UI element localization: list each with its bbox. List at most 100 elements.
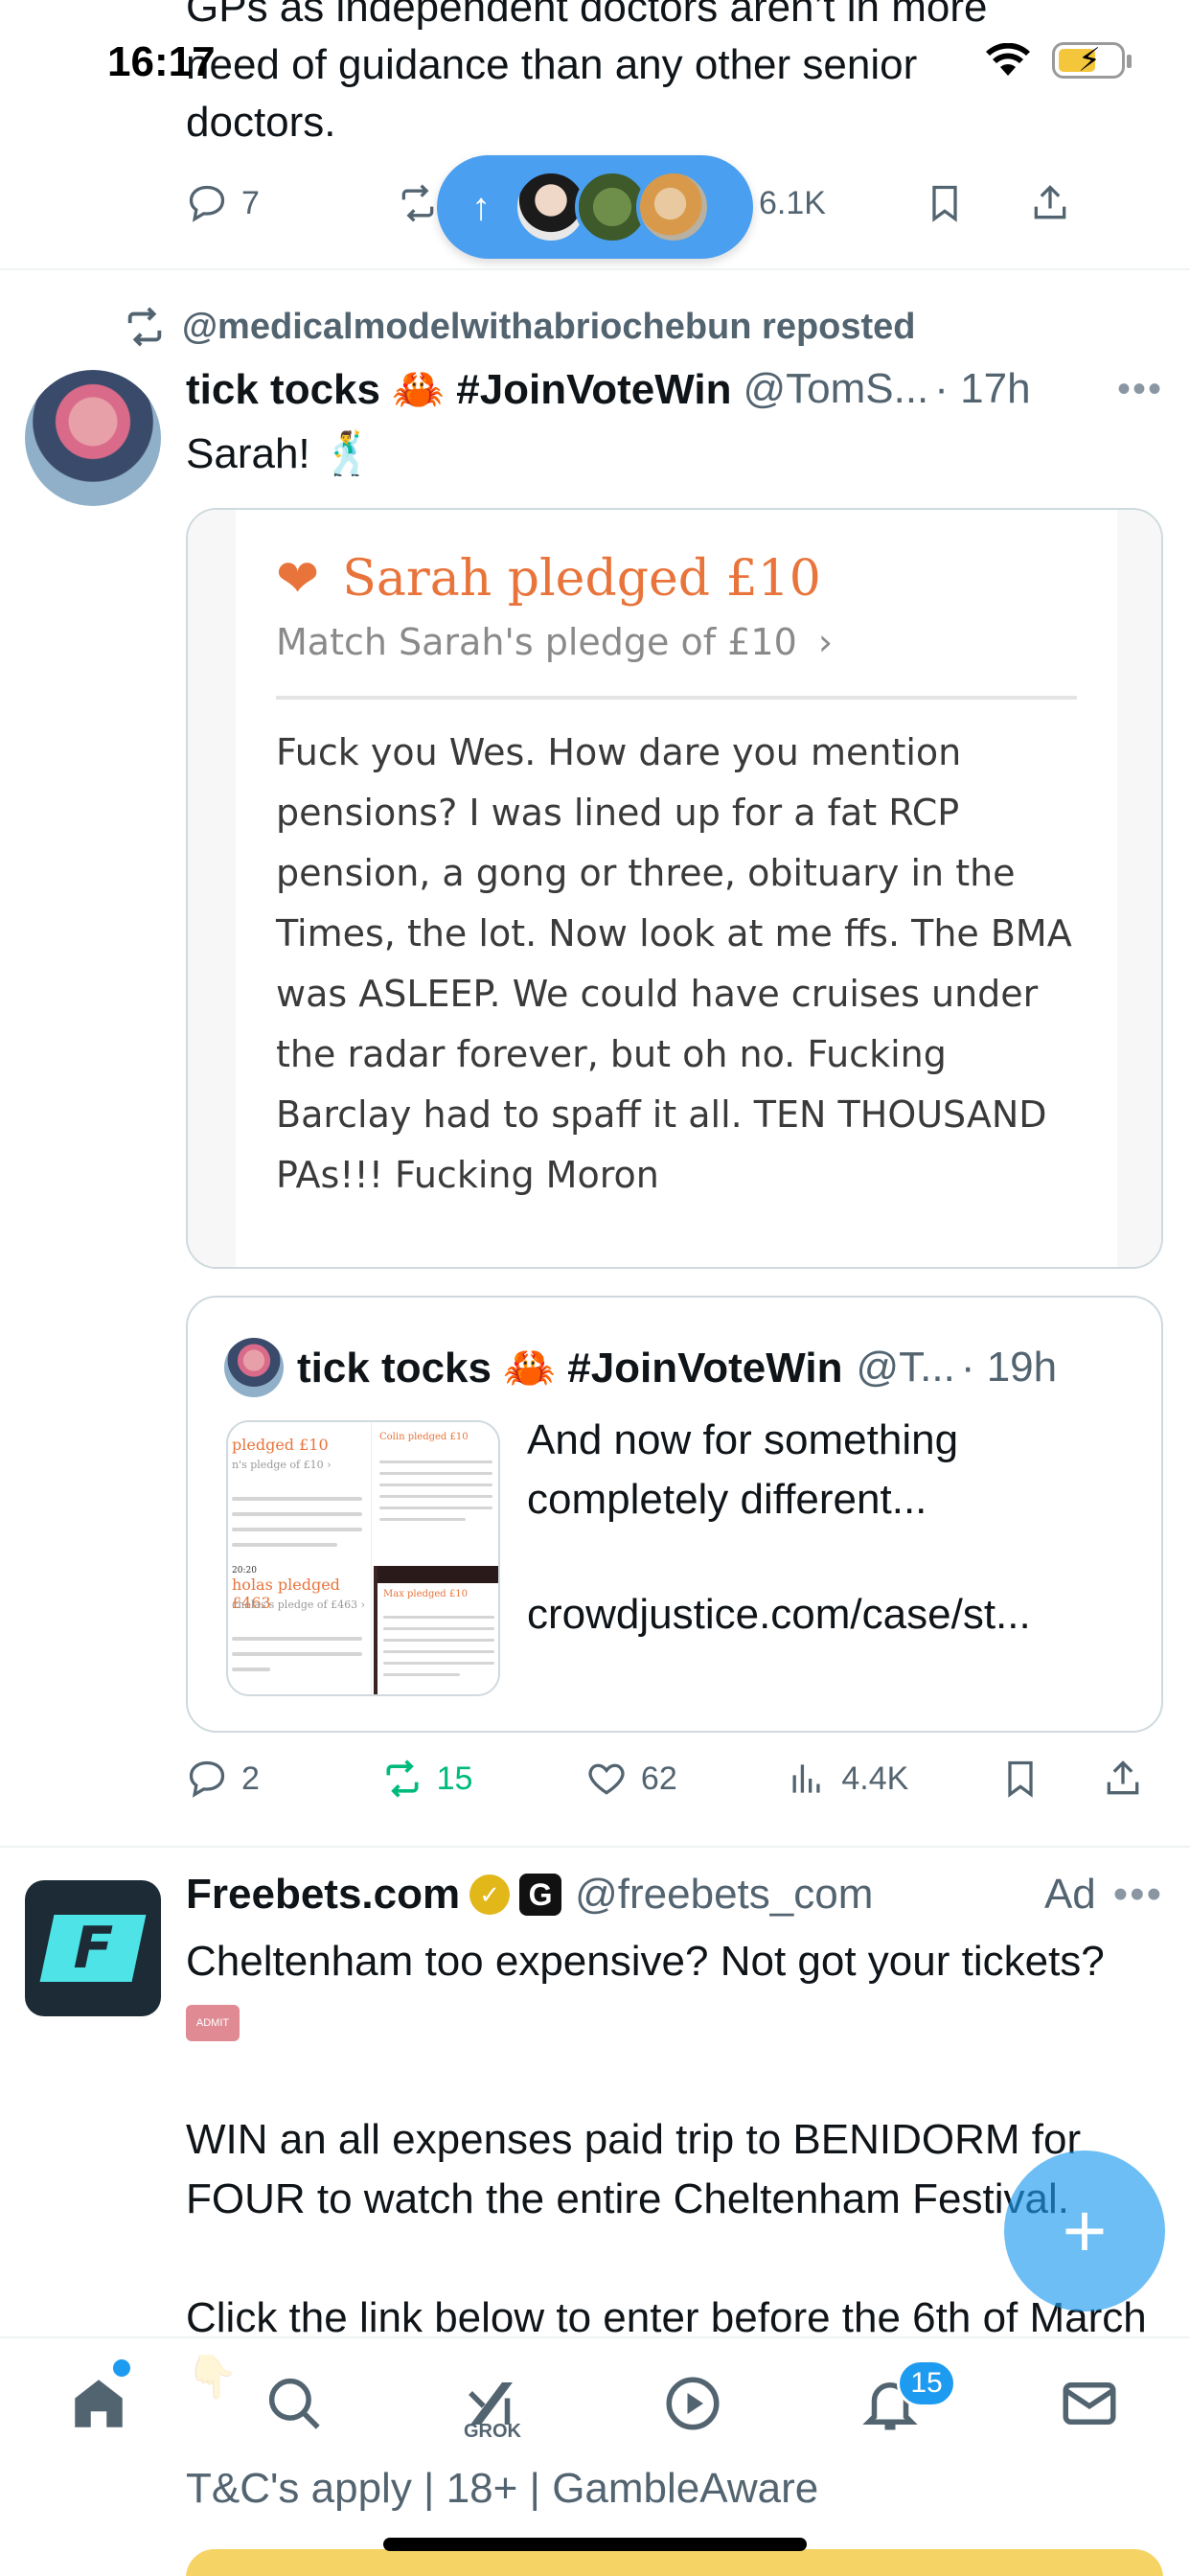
search-icon (268, 2378, 320, 2429)
retweet-icon (401, 184, 434, 222)
repost-indicator[interactable]: @medicalmodelwithabriochebun reposted (123, 305, 916, 349)
like-button[interactable]: 62 (585, 1758, 786, 1800)
heart-icon (588, 1763, 625, 1795)
pledge-title-text: Sarah pledged £10 (342, 549, 821, 608)
home-icon (75, 2380, 123, 2427)
tweet-body: Sarah! 🕺 (186, 430, 375, 477)
pledge-subtitle-text: Match Sarah's pledge of £10 (276, 621, 797, 663)
notifications-badge: 15 (897, 2359, 956, 2407)
ad-footer: T&C's apply | 18+ | GambleAware (186, 2465, 819, 2512)
retweet-count: 15 (436, 1760, 473, 1797)
reply-icon (189, 1760, 225, 1798)
nav-search[interactable] (251, 2365, 337, 2442)
thumb-text: Max pledged £10 (383, 1589, 468, 1599)
retweet-icon (127, 307, 162, 347)
author-handle[interactable]: @TomS... (743, 365, 928, 413)
wifi-icon (986, 43, 1030, 76)
quote-header: tick tocks 🦀 #JoinVoteWin @T... · 19h (224, 1338, 1057, 1397)
status-icons: ⚡ (985, 42, 1132, 79)
bookmark-icon (1008, 1760, 1033, 1798)
freebets-logo-letter: F (66, 1915, 120, 1982)
avatar[interactable] (25, 370, 161, 506)
views-count: 4.4K (841, 1760, 909, 1797)
ad-label: Ad (1043, 1871, 1096, 1918)
reply-button[interactable]: 2 (186, 1758, 381, 1800)
quote-thumbnail: pledged £10 n's pledge of £10 › holas pl… (226, 1420, 500, 1696)
ad-header: Freebets.com ✓ G @freebets_com Ad ••• (186, 1871, 1163, 1919)
thumb-text: cholas's pledge of £463 › (232, 1598, 365, 1611)
ad-author-name[interactable]: Freebets.com (186, 1871, 460, 1919)
top-tweet-line: doctors. (186, 99, 336, 146)
quote-author-name: tick tocks 🦀 #JoinVoteWin (297, 1345, 843, 1392)
views-button[interactable]: 4.4K (786, 1758, 999, 1800)
mail-icon (1063, 2382, 1116, 2425)
reply-count: 7 (241, 184, 260, 221)
thumbnail-left-panel: pledged £10 n's pledge of £10 › holas pl… (228, 1422, 372, 1694)
avatar (636, 170, 711, 244)
ad-line: Cheltenham too expensive? Not got your t… (186, 1938, 1105, 1985)
divider (0, 268, 1190, 270)
quote-text: And now for something completely differe… (527, 1416, 959, 1523)
thumb-text: pledged £10 (232, 1436, 329, 1454)
tweet-actions: 2 15 62 4.4K (186, 1758, 1144, 1800)
pledge-divider (276, 696, 1077, 700)
verified-badge-icon: ✓ (469, 1874, 511, 1915)
new-content-dot (113, 2359, 130, 2377)
thumbnail-phone: Max pledged £10 (374, 1566, 498, 1694)
ad-handle[interactable]: @freebets_com (575, 1871, 873, 1919)
retweet-button[interactable]: 15 (381, 1758, 585, 1800)
compose-button[interactable]: + (1004, 2150, 1165, 2312)
nav-messages[interactable] (1046, 2365, 1133, 2442)
like-count: 62 (640, 1760, 677, 1797)
views-count: 6.1K (759, 184, 826, 221)
pledge-message: Fuck you Wes. How dare you mention pensi… (276, 731, 1072, 1196)
views-icon (792, 1764, 820, 1793)
share-icon (1034, 185, 1066, 219)
quote-link[interactable]: crowdjustice.com/case/st... (527, 1585, 1140, 1644)
pledge-screenshot: ❤ Sarah pledged £10 Match Sarah's pledge… (188, 510, 1161, 1267)
avatar (224, 1338, 284, 1397)
tweet-header: tick tocks 🦀 #JoinVoteWin @TomS... · 17h… (186, 364, 1163, 414)
repost-label: @medicalmodelwithabriochebun reposted (182, 306, 916, 347)
affiliate-badge: G (519, 1874, 562, 1916)
chevron-right-icon: › (817, 621, 834, 663)
nav-grok[interactable]: GROK (448, 2365, 535, 2442)
bookmark-button[interactable] (999, 1758, 1102, 1800)
quote-time: · 19h (960, 1344, 1058, 1391)
divider (0, 1846, 1190, 1848)
thumb-text: 20:20 (232, 1566, 257, 1576)
share-icon (1107, 1760, 1139, 1795)
reply-button[interactable]: 7 (186, 182, 397, 224)
share-button[interactable] (1102, 1758, 1144, 1800)
grok-label: GROK (464, 2421, 521, 2442)
new-posts-pill[interactable]: ↑ (437, 155, 753, 259)
top-tweet-line: GPs as independent doctors aren’t in mor… (186, 0, 988, 31)
retweet-icon (386, 1760, 419, 1798)
pledge-title: ❤ Sarah pledged £10 (276, 548, 821, 609)
home-indicator[interactable] (383, 2538, 807, 2551)
more-options-icon[interactable]: ••• (1117, 368, 1163, 411)
thumb-text: Colin pledged £10 (379, 1432, 469, 1442)
ad-cta-button[interactable] (186, 2549, 1163, 2576)
pledge-subtitle: Match Sarah's pledge of £10 › (276, 621, 833, 663)
bottom-nav: GROK (0, 2336, 1190, 2461)
bookmark-icon (932, 185, 957, 222)
plus-icon: + (1062, 2188, 1108, 2273)
reply-count: 2 (241, 1760, 260, 1797)
play-icon (666, 2377, 720, 2430)
bookmark-button[interactable] (924, 182, 1029, 224)
nav-video[interactable] (650, 2365, 736, 2442)
author-name[interactable]: tick tocks 🦀 #JoinVoteWin (186, 364, 731, 414)
arrow-up-icon: ↑ (471, 185, 491, 228)
battery-icon: ⚡ (1052, 42, 1132, 79)
nav-home[interactable] (56, 2365, 142, 2442)
pledge-image-card[interactable]: ❤ Sarah pledged £10 Match Sarah's pledge… (186, 508, 1163, 1269)
status-time: 16:17 (107, 38, 216, 85)
ad-avatar[interactable]: F (25, 1880, 161, 2016)
tweet-time[interactable]: · 17h (934, 365, 1030, 413)
share-button[interactable] (1029, 182, 1071, 224)
quote-tweet-card[interactable]: tick tocks 🦀 #JoinVoteWin @T... · 19h pl… (186, 1296, 1163, 1733)
more-options-icon[interactable]: ••• (1113, 1871, 1163, 1919)
ticket-icon: ADMIT ONE (186, 2005, 240, 2065)
thumb-text: n's pledge of £10 › (232, 1459, 332, 1471)
